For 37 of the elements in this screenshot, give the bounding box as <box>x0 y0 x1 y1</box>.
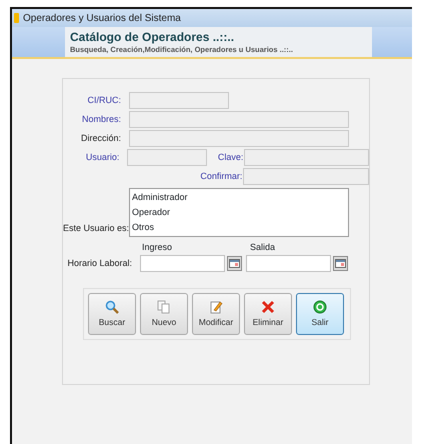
list-item[interactable]: Otros <box>132 220 346 235</box>
password-field[interactable] <box>243 168 369 185</box>
edit-button[interactable]: Modificar <box>192 293 240 335</box>
text-field[interactable] <box>129 130 349 147</box>
exit-button[interactable]: Salir <box>296 293 344 335</box>
text-field[interactable] <box>127 149 208 166</box>
close-icon <box>261 300 275 314</box>
user-type-list[interactable]: Administrador Operador Otros <box>129 188 349 237</box>
field-label: Este Usuario es: <box>63 222 129 234</box>
calendar-button[interactable] <box>333 256 348 271</box>
field-label: Confirmar: <box>199 170 244 183</box>
field-label: Salida <box>250 241 276 254</box>
delete-button[interactable]: Eliminar <box>244 293 292 335</box>
header-title: Catálogo de Operadores ..::.. <box>70 29 234 46</box>
pencil-icon <box>209 300 223 314</box>
list-item[interactable]: Operador <box>132 205 346 220</box>
window-title: Operadores y Usuarios del Sistema <box>23 12 181 26</box>
field-label: Ingreso <box>142 241 174 254</box>
text-field[interactable] <box>129 92 229 109</box>
search-icon <box>105 300 119 314</box>
field-label: Usuario: <box>84 150 120 164</box>
field-label: Clave: <box>216 150 244 164</box>
new-button[interactable]: Nuevo <box>140 293 188 335</box>
field-label: Nombres: <box>80 112 122 126</box>
text-field[interactable] <box>129 111 349 128</box>
password-field[interactable] <box>244 149 369 166</box>
time-field[interactable] <box>140 255 225 272</box>
search-button[interactable]: Buscar <box>88 293 136 335</box>
time-field[interactable] <box>246 255 331 272</box>
calendar-button[interactable] <box>227 256 242 271</box>
field-label: Dirección: <box>80 132 122 145</box>
app-icon <box>14 13 19 23</box>
field-label: Horario Laboral: <box>66 256 133 270</box>
circle-icon <box>313 300 327 314</box>
documents-icon <box>157 300 171 314</box>
field-label: CI/RUC: <box>86 94 122 107</box>
list-item[interactable]: Administrador <box>132 190 346 205</box>
